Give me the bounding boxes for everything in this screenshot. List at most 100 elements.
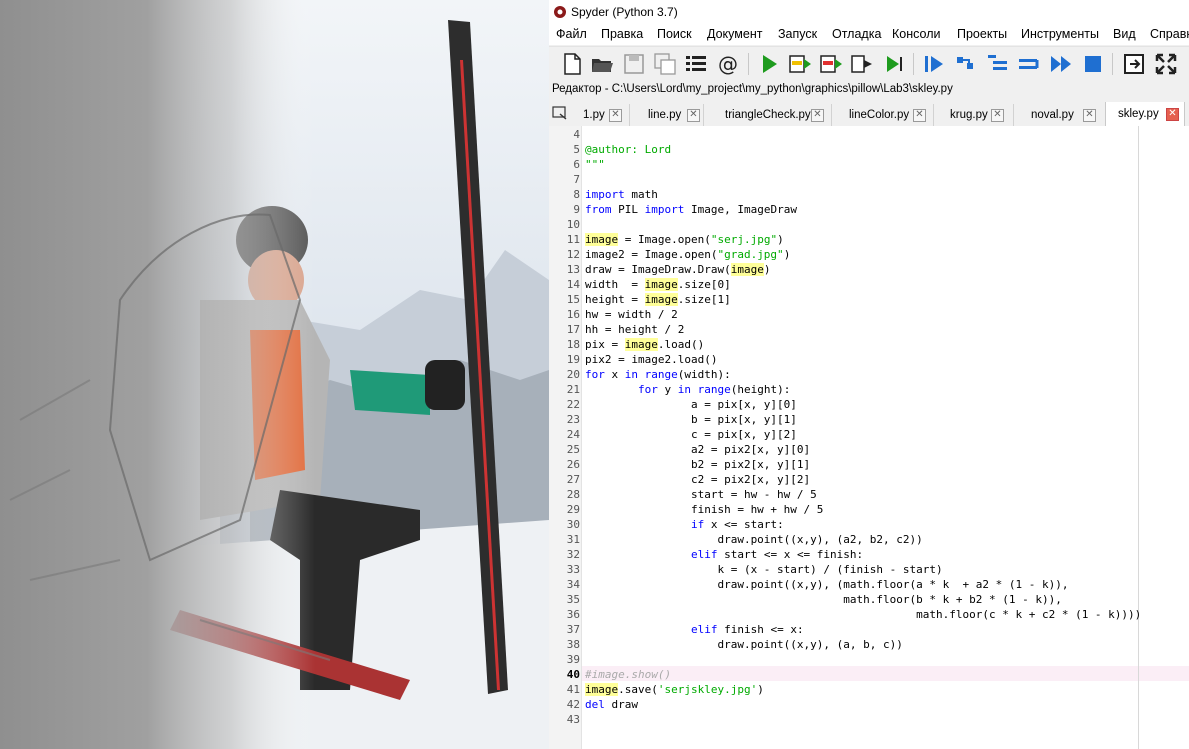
browse-tabs-icon[interactable] [552, 106, 568, 120]
run-selection-icon[interactable] [849, 51, 875, 77]
step-into-icon[interactable] [985, 51, 1011, 77]
code-token: (height): [730, 383, 791, 396]
code-token: range [697, 383, 731, 396]
code-token: ) [763, 263, 771, 276]
save-all-icon[interactable] [652, 51, 678, 77]
close-icon[interactable]: ✕ [811, 109, 824, 122]
code-token: draw.point((x,y), (a2, b2, c2)) [585, 533, 923, 546]
menu-run[interactable]: Запуск [778, 27, 817, 41]
close-icon[interactable]: ✕ [1083, 109, 1096, 122]
code-line: math.floor(c * k + c2 * (1 - k)))) [585, 608, 1141, 621]
tab-skley-py[interactable]: skley.py ✕ [1105, 102, 1185, 127]
new-file-icon[interactable] [559, 51, 585, 77]
line-number: 25 [566, 443, 580, 456]
code-editor[interactable]: 4 5 @author: Lord 6 """ 7 8 import math 9 from PI… [549, 126, 1189, 749]
line-number: 27 [566, 473, 580, 486]
close-icon[interactable]: ✕ [1166, 108, 1179, 121]
tab-linecolor-py[interactable]: lineColor.py ✕ [839, 104, 934, 126]
tab-line-py[interactable]: line.py ✕ [637, 104, 704, 126]
code-token: = Image.open( [618, 233, 711, 246]
stop-debug-icon[interactable] [1080, 51, 1106, 77]
menu-file[interactable]: Файл [556, 27, 587, 41]
code-token: a = pix[x, y][0] [585, 398, 797, 411]
open-file-icon[interactable] [589, 51, 615, 77]
menu-search[interactable]: Поиск [657, 27, 692, 41]
code-line: a2 = pix2[x, y][0] [585, 443, 810, 456]
menu-consoles[interactable]: Консоли [892, 27, 940, 41]
line-number: 20 [566, 368, 580, 381]
debug-icon[interactable] [921, 51, 947, 77]
outline-icon[interactable] [683, 51, 709, 77]
tab-1-py[interactable]: 1.py ✕ [573, 104, 630, 126]
tab-trianglecheck-py[interactable]: triangleCheck.py ✕ [715, 104, 832, 126]
close-icon[interactable]: ✕ [991, 109, 1004, 122]
code-line: #image.show() [585, 668, 671, 681]
line-number: 23 [566, 413, 580, 426]
line-number: 5 [573, 143, 580, 156]
tab-label: skley.py [1118, 108, 1159, 120]
line-number: 17 [566, 323, 580, 336]
menu-tools[interactable]: Инструменты [1021, 27, 1099, 41]
tab-label: triangleCheck.py [725, 109, 811, 121]
code-token: "serj.jpg" [710, 233, 778, 246]
blended-photo [0, 0, 549, 749]
step-return-icon[interactable] [1016, 51, 1042, 77]
code-token: range [644, 368, 678, 381]
code-token: c = pix[x, y][2] [585, 428, 797, 441]
fullscreen-icon[interactable] [1153, 51, 1179, 77]
tab-noval-py[interactable]: noval.py ✕ [1021, 104, 1106, 126]
save-icon[interactable] [621, 51, 647, 77]
code-token: y [657, 383, 678, 396]
current-line-highlight [582, 666, 1189, 681]
menu-projects[interactable]: Проекты [957, 27, 1007, 41]
code-token: b = pix[x, y][1] [585, 413, 797, 426]
line-number: 38 [566, 638, 580, 651]
code-line: a = pix[x, y][0] [585, 398, 797, 411]
code-token: 'serjskley.jpg' [657, 683, 758, 696]
close-icon[interactable]: ✕ [913, 109, 926, 122]
code-line: finish = hw + hw / 5 [585, 503, 823, 516]
close-icon[interactable]: ✕ [687, 109, 700, 122]
email-icon[interactable]: @ [715, 51, 741, 77]
code-token: from [585, 203, 612, 216]
line-number: 31 [566, 533, 580, 546]
code-token: elif [690, 548, 718, 561]
code-token: in [624, 368, 638, 381]
toolbar-separator [748, 53, 749, 75]
menu-edit[interactable]: Правка [601, 27, 643, 41]
menu-source[interactable]: Документ [707, 27, 762, 41]
run-cell-advance-icon[interactable] [818, 51, 844, 77]
toolbar: @ [549, 46, 1189, 81]
edge-line [1138, 126, 1139, 749]
code-line: @author: Lord [585, 143, 671, 156]
line-number: 13 [566, 263, 580, 276]
code-token: ] [724, 278, 731, 291]
menu-view[interactable]: Вид [1113, 27, 1136, 41]
line-number: 24 [566, 428, 580, 441]
continue-icon[interactable] [1048, 51, 1074, 77]
close-icon[interactable]: ✕ [609, 109, 622, 122]
code-token: ] [724, 293, 731, 306]
code-token: image2 = Image.open( [585, 248, 718, 261]
code-token: .save( [618, 683, 658, 696]
menu-help[interactable]: Справка [1150, 27, 1189, 41]
line-number: 14 [566, 278, 580, 291]
code-line: pix2 = image2.load() [585, 353, 717, 366]
run-cell-icon[interactable] [787, 51, 813, 77]
step-icon[interactable] [953, 51, 979, 77]
rerun-icon[interactable] [881, 51, 907, 77]
code-line: height = image.size[1] [585, 293, 731, 306]
line-number: 30 [566, 518, 580, 531]
tab-krug-py[interactable]: krug.py ✕ [941, 104, 1014, 126]
line-number: 16 [566, 308, 580, 321]
menu-debug[interactable]: Отладка [832, 27, 881, 41]
code-token: hh = height / 2 [585, 323, 685, 336]
maximize-pane-icon[interactable] [1121, 51, 1147, 77]
code-token: draw [604, 698, 638, 711]
code-token: ) [783, 248, 791, 261]
run-icon[interactable] [756, 51, 782, 77]
line-number: 43 [566, 713, 580, 726]
code-line: b = pix[x, y][1] [585, 413, 797, 426]
